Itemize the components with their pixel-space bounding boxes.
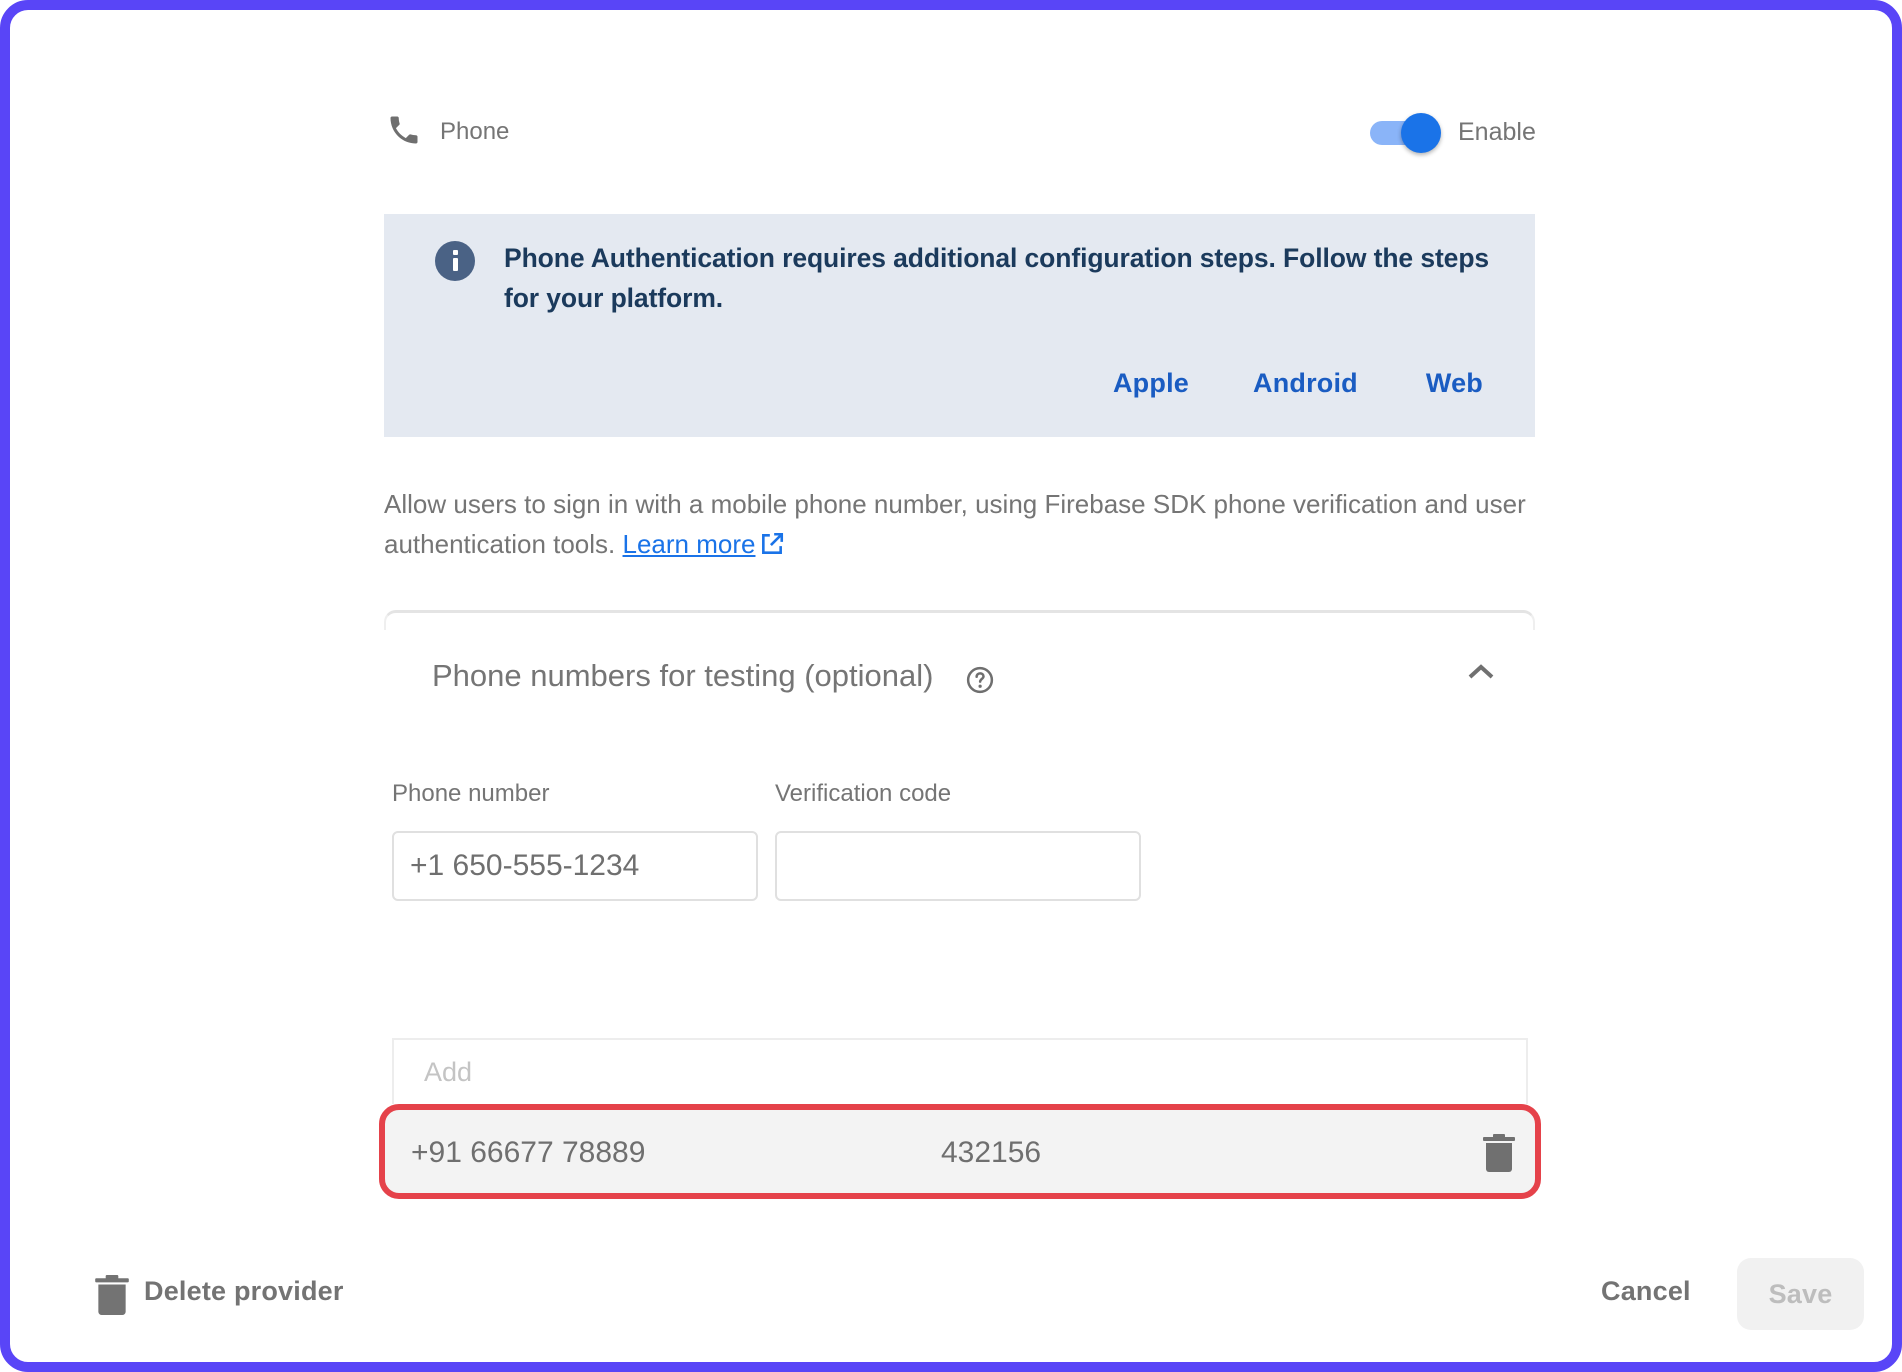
testing-panel-border (384, 610, 1535, 630)
trash-icon[interactable] (1482, 1133, 1516, 1173)
provider-description: Allow users to sign in with a mobile pho… (384, 484, 1534, 564)
apple-link[interactable]: Apple (1113, 368, 1189, 399)
info-icon (435, 241, 475, 281)
delete-provider-icon[interactable] (94, 1274, 130, 1316)
provider-title: Phone (440, 118, 510, 145)
verification-code-input[interactable] (775, 831, 1141, 901)
chevron-up-icon[interactable] (1464, 657, 1498, 687)
phone-number-label: Phone number (392, 780, 550, 807)
phone-number-input[interactable] (392, 831, 758, 901)
external-link-icon (762, 532, 784, 554)
help-circle-icon[interactable] (965, 665, 995, 695)
cancel-button[interactable]: Cancel (1601, 1276, 1691, 1307)
save-button[interactable]: Save (1737, 1258, 1864, 1330)
toggle-knob (1401, 113, 1441, 153)
test-number-entry: +91 66677 78889 432156 (379, 1104, 1541, 1199)
verification-code-label: Verification code (775, 780, 952, 807)
entry-phone-number: +91 66677 78889 (411, 1136, 646, 1169)
dialog-frame: Phone Enable Phone Authentication requir… (0, 0, 1902, 1372)
info-message: Phone Authentication requires additional… (504, 243, 1490, 313)
info-banner: Phone Authentication requires additional… (384, 214, 1535, 437)
platform-links: Apple Android Web (1113, 368, 1483, 399)
add-button[interactable]: Add (424, 1057, 472, 1088)
learn-more-label: Learn more (622, 529, 756, 559)
learn-more-link[interactable]: Learn more (623, 529, 786, 559)
phone-icon (390, 116, 418, 144)
testing-panel-title[interactable]: Phone numbers for testing (optional) (432, 658, 933, 694)
web-link[interactable]: Web (1426, 368, 1483, 399)
description-text: Allow users to sign in with a mobile pho… (384, 489, 1526, 559)
delete-provider-button[interactable]: Delete provider (144, 1276, 344, 1307)
add-test-number-row: Add (392, 1038, 1528, 1104)
android-link[interactable]: Android (1253, 368, 1358, 399)
enable-label: Enable (1458, 118, 1536, 146)
enable-toggle[interactable] (1368, 108, 1444, 156)
entry-verification-code: 432156 (941, 1136, 1042, 1169)
